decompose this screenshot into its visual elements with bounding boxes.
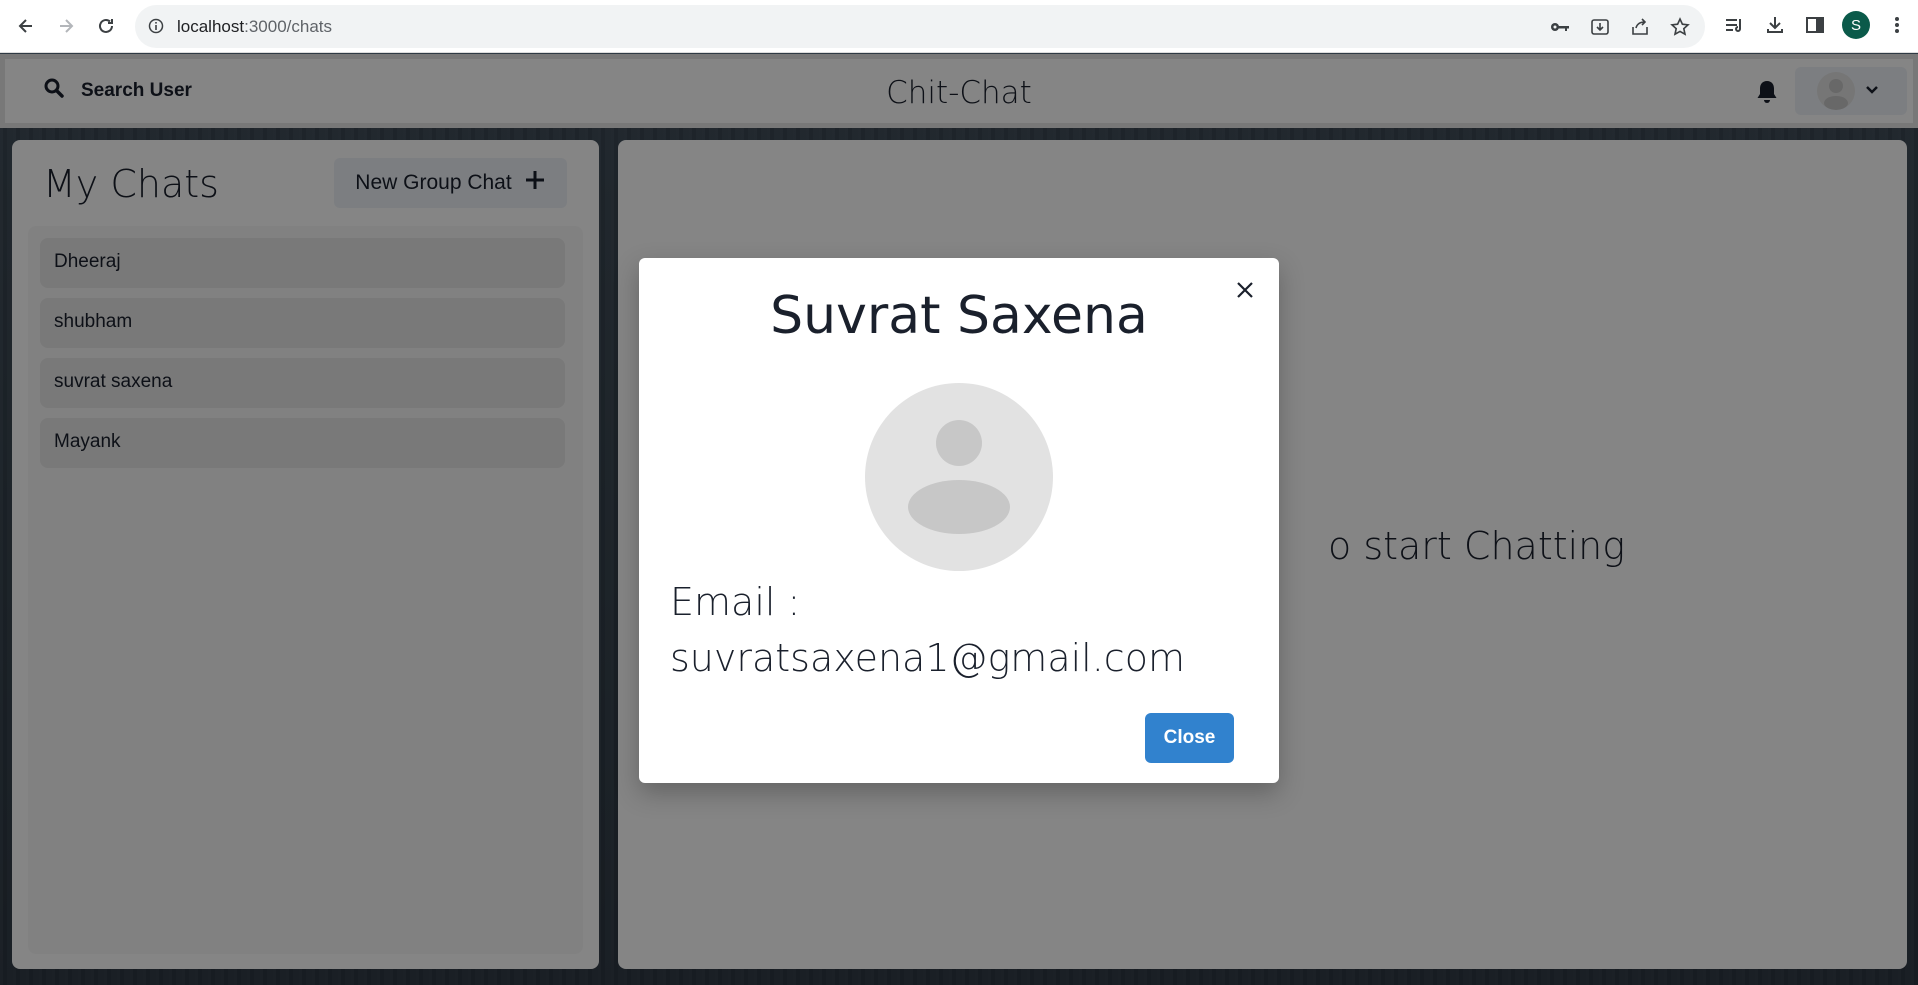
url-path: :3000/chats: [244, 17, 333, 36]
star-icon[interactable]: [1667, 16, 1693, 38]
info-icon[interactable]: [148, 18, 164, 39]
email-label: Email :: [670, 580, 801, 624]
email-value: suvratsaxena1@gmail.com: [670, 636, 1185, 680]
profile-modal: Suvrat Saxena Email : suvratsaxena1@gmai…: [639, 258, 1279, 783]
profile-avatar: [865, 383, 1053, 571]
share-icon[interactable]: [1627, 16, 1653, 38]
modal-title: Suvrat Saxena: [770, 286, 1148, 346]
back-icon[interactable]: [12, 12, 40, 40]
key-icon[interactable]: [1547, 16, 1573, 38]
reading-list-icon[interactable]: [1722, 12, 1748, 38]
url-text: localhost:3000/chats: [177, 17, 332, 37]
more-icon[interactable]: [1884, 12, 1910, 38]
close-button[interactable]: Close: [1145, 713, 1234, 763]
forward-icon[interactable]: [52, 12, 80, 40]
install-icon[interactable]: [1587, 16, 1613, 38]
reload-icon[interactable]: [92, 12, 120, 40]
browser-profile-avatar[interactable]: S: [1842, 11, 1870, 39]
side-panel-icon[interactable]: [1802, 12, 1828, 38]
close-icon[interactable]: [1229, 274, 1261, 306]
download-icon[interactable]: [1762, 12, 1788, 38]
address-bar[interactable]: localhost:3000/chats: [135, 5, 1705, 48]
browser-toolbar: localhost:3000/chats S: [0, 0, 1918, 53]
url-host: localhost: [177, 17, 245, 36]
